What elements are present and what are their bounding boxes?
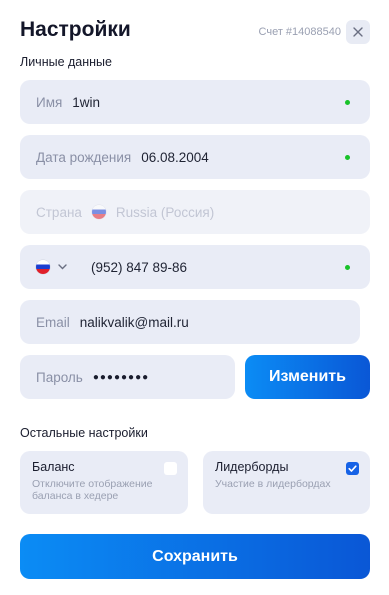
phone-value: (952) 847 89-86	[91, 259, 188, 275]
email-value: nalikvalik@mail.ru	[79, 314, 189, 330]
close-button[interactable]	[346, 20, 370, 44]
password-value: ●●●●●●●●	[92, 371, 150, 383]
verified-dot-icon	[345, 99, 350, 105]
other-section-label: Остальные настройки	[20, 426, 148, 440]
verified-dot-icon	[345, 264, 350, 270]
checkmark-icon	[348, 465, 357, 472]
verified-dot-icon	[345, 154, 350, 160]
close-icon	[353, 27, 363, 37]
balance-setting-card[interactable]: Баланс Отключите отображение баланса в х…	[20, 451, 188, 514]
account-number: Счет #14088540	[258, 26, 341, 38]
country-field: Страна Russia (Россия)	[20, 190, 370, 234]
russia-flag-icon	[36, 260, 50, 274]
email-field[interactable]: Email nalikvalik@mail.ru	[20, 300, 360, 344]
country-label: Страна	[36, 204, 82, 220]
password-label: Пароль	[36, 369, 83, 385]
name-field[interactable]: Имя 1win	[20, 80, 370, 124]
balance-subtitle: Отключите отображение баланса в хедере	[32, 478, 153, 502]
birthdate-value: 06.08.2004	[141, 149, 209, 165]
birthdate-label: Дата рождения	[36, 149, 132, 165]
country-value: Russia (Россия)	[115, 204, 215, 220]
leaderboards-setting-card[interactable]: Лидерборды Участие в лидербордах	[203, 451, 370, 514]
name-label: Имя	[36, 94, 63, 110]
page-title: Настройки	[20, 18, 131, 41]
birthdate-field[interactable]: Дата рождения 06.08.2004	[20, 135, 370, 179]
password-field[interactable]: Пароль ●●●●●●●●	[20, 355, 235, 399]
leaderboards-subtitle: Участие в лидербордах	[215, 478, 331, 490]
balance-checkbox[interactable]	[164, 462, 177, 475]
save-button[interactable]: Сохранить	[20, 534, 370, 579]
chevron-down-icon[interactable]	[58, 262, 67, 273]
change-password-button[interactable]: Изменить	[245, 355, 370, 399]
name-value: 1win	[72, 94, 101, 110]
phone-field[interactable]: (952) 847 89-86	[20, 245, 370, 289]
russia-flag-icon	[91, 205, 106, 219]
leaderboards-title: Лидерборды	[215, 460, 289, 474]
personal-section-label: Личные данные	[20, 55, 112, 69]
balance-title: Баланс	[32, 460, 75, 474]
email-label: Email	[36, 314, 70, 330]
settings-modal: Настройки Счет #14088540 Личные данные И…	[0, 0, 389, 595]
leaderboards-checkbox[interactable]	[346, 462, 359, 475]
